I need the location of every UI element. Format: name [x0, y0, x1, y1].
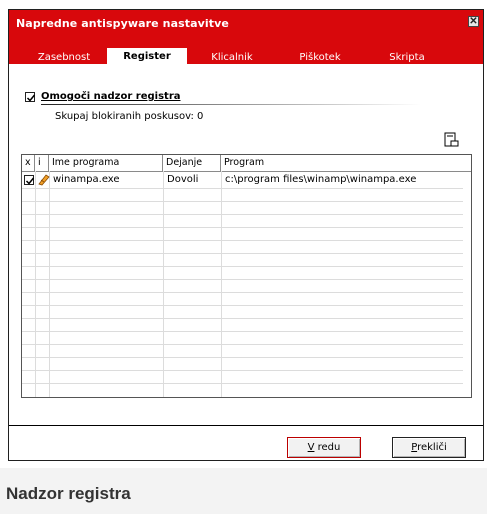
row-line [22, 305, 463, 306]
row-line [22, 188, 463, 189]
table-row[interactable]: winampa.exe Dovoli c:\program files\wina… [22, 172, 471, 188]
row-line [22, 292, 463, 293]
enable-registry-checkbox[interactable] [25, 92, 36, 102]
column-divider [163, 171, 164, 397]
program-name: winampa.exe [53, 174, 120, 185]
col-header-name[interactable]: Ime programa [49, 155, 163, 171]
row-line [22, 357, 463, 358]
section-divider [41, 104, 421, 105]
programs-table: x i Ime programa Dejanje Program winampa… [21, 154, 472, 398]
row-line [22, 253, 463, 254]
row-line [22, 266, 463, 267]
row-line [22, 214, 463, 215]
col-header-action[interactable]: Dejanje [163, 155, 221, 171]
row-checkbox[interactable] [24, 175, 35, 185]
row-line [22, 240, 463, 241]
ok-label: redu [314, 442, 341, 453]
row-line [22, 279, 463, 280]
row-line [22, 331, 463, 332]
column-divider [49, 171, 50, 397]
tab-skripta[interactable]: Skripta [372, 50, 442, 65]
window-title: Napredne antispyware nastavitve [16, 17, 229, 30]
row-line [22, 344, 463, 345]
ok-button[interactable]: V redu [287, 437, 361, 458]
settings-window: Napredne antispyware nastavitve ✕ Zasebn… [8, 9, 484, 461]
cancel-label: rekliči [417, 442, 447, 453]
footer-divider [9, 425, 483, 426]
caption: Nadzor registra [6, 484, 131, 503]
col-header-x[interactable]: x [22, 155, 35, 171]
enable-registry-label: Omogoči nadzor registra [41, 91, 181, 102]
cancel-button[interactable]: Prekliči [392, 437, 466, 458]
tab-piskotek[interactable]: Piškotek [285, 50, 355, 65]
tab-zasebnost[interactable]: Zasebnost [29, 50, 99, 65]
row-line [22, 318, 463, 319]
tab-register[interactable]: Register [107, 48, 187, 66]
col-header-i[interactable]: i [35, 155, 49, 171]
col-header-program[interactable]: Program [221, 155, 471, 171]
row-line [22, 383, 463, 384]
column-divider [221, 171, 222, 397]
export-icon[interactable] [443, 132, 459, 148]
winamp-icon [37, 173, 50, 186]
row-line [22, 201, 463, 202]
program-action: Dovoli [167, 174, 199, 185]
column-divider [35, 171, 36, 397]
row-line [22, 370, 463, 371]
program-path: c:\program files\winamp\winampa.exe [225, 174, 417, 185]
screenshot-frame: Napredne antispyware nastavitve ✕ Zasebn… [0, 0, 487, 468]
close-icon[interactable]: ✕ [468, 16, 479, 27]
blocked-attempts-text: Skupaj blokiranih poskusov: 0 [55, 111, 204, 122]
tab-klicalnik[interactable]: Klicalnik [197, 50, 267, 65]
row-line [22, 227, 463, 228]
title-bar: Napredne antispyware nastavitve ✕ Zasebn… [9, 10, 483, 66]
